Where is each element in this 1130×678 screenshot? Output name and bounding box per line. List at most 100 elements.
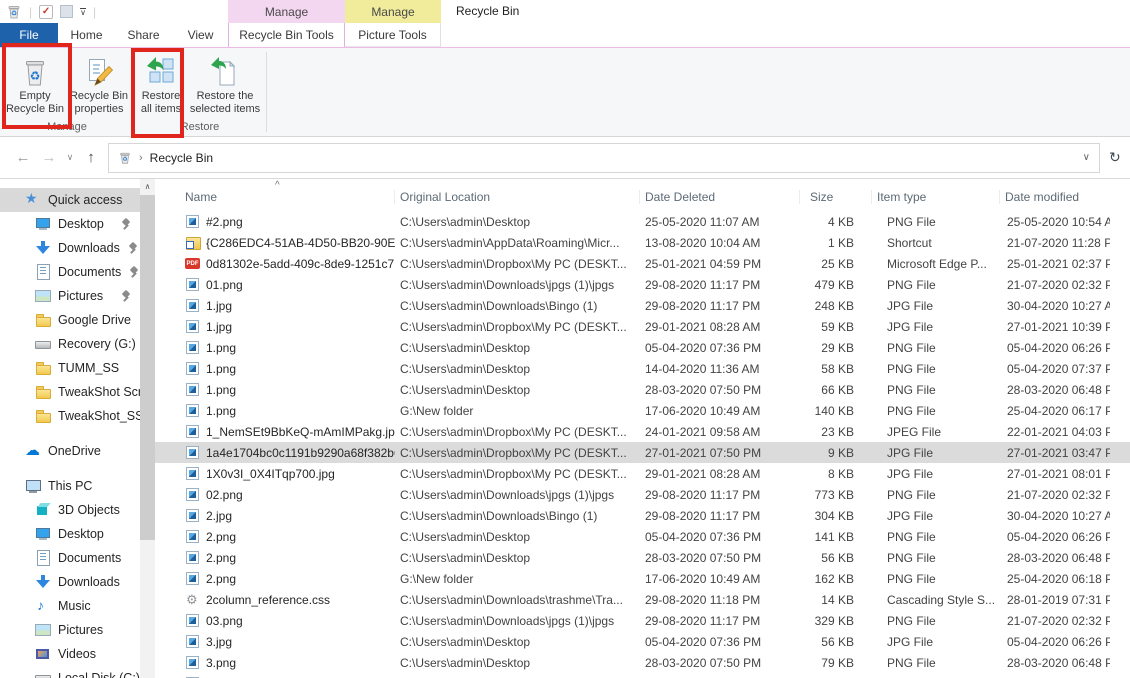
file-row[interactable]: 1_NemSEt9BbKeQ-mAmIMPakg.jp...C:\Users\a… bbox=[155, 421, 1130, 442]
sidebar-item-google-drive[interactable]: Google Drive bbox=[0, 308, 140, 332]
file-row[interactable]: 3.jpgC:\Users\admin\Desktop05-04-2020 07… bbox=[155, 631, 1130, 652]
contextual-header-picture-tools: Manage bbox=[345, 0, 441, 23]
tab-picture-tools[interactable]: Picture Tools bbox=[345, 23, 441, 47]
sidebar-item-downloads[interactable]: Downloads bbox=[0, 570, 140, 594]
file-row[interactable]: 1.pngC:\Users\admin\Desktop28-03-2020 07… bbox=[155, 379, 1130, 400]
file-row[interactable]: 1X0v3I_0X4ITqp700.jpgC:\Users\admin\Drop… bbox=[155, 463, 1130, 484]
restore-selected-items-button[interactable]: Restore the selected items bbox=[186, 52, 264, 116]
file-size-cell: 4 KB bbox=[800, 215, 872, 229]
column-header-date-deleted[interactable]: Date Deleted bbox=[640, 190, 800, 204]
empty-recycle-bin-button[interactable]: ♻ Empty Recycle Bin bbox=[3, 52, 67, 116]
sidebar-item-desktop[interactable]: Desktop bbox=[0, 522, 140, 546]
file-rows: #2.pngC:\Users\admin\Desktop25-05-2020 1… bbox=[155, 211, 1130, 678]
file-row[interactable]: 1.pngC:\Users\admin\Desktop14-04-2020 11… bbox=[155, 358, 1130, 379]
sidebar-item-tweakshot-scree[interactable]: TweakShot Scree bbox=[0, 380, 140, 404]
file-row[interactable]: 1.pngC:\Users\admin\Desktop05-04-2020 07… bbox=[155, 337, 1130, 358]
file-row[interactable]: 01.pngC:\Users\admin\Downloads\jpgs (1)\… bbox=[155, 274, 1130, 295]
breadcrumb[interactable]: Recycle Bin bbox=[150, 151, 213, 165]
file-row[interactable]: 2.pngC:\Users\admin\Desktop05-04-2020 07… bbox=[155, 526, 1130, 547]
file-modified-cell: 27-01-2021 03:47 PM bbox=[1000, 446, 1110, 460]
sidebar-item-desktop[interactable]: Desktop bbox=[0, 212, 140, 236]
sidebar-item-3d-objects[interactable]: 3D Objects bbox=[0, 498, 140, 522]
file-row[interactable]: 1.jpgC:\Users\admin\Downloads\Bingo (1)2… bbox=[155, 295, 1130, 316]
file-deleted-cell: 29-08-2020 11:17 PM bbox=[640, 509, 800, 523]
sidebar-item-videos[interactable]: Videos bbox=[0, 642, 140, 666]
column-header-original-location[interactable]: Original Location bbox=[395, 190, 640, 204]
sidebar-item-onedrive[interactable]: OneDrive bbox=[0, 439, 140, 463]
button-label: Empty bbox=[19, 90, 50, 103]
sidebar-item-tweakshot-ss[interactable]: TweakShot_SS bbox=[0, 404, 140, 428]
recycle-bin-properties-icon bbox=[83, 54, 115, 90]
file-loc-cell: C:\Users\admin\Downloads\trashme\Tra... bbox=[395, 593, 640, 607]
file-row[interactable]: 0d81302e-5add-409c-8de9-1251c7...C:\User… bbox=[155, 253, 1130, 274]
file-deleted-cell: 29-08-2020 11:17 PM bbox=[640, 614, 800, 628]
file-modified-cell: 21-07-2020 02:32 PM bbox=[1000, 488, 1110, 502]
file-row[interactable]: 03.pngC:\Users\admin\Downloads\jpgs (1)\… bbox=[155, 610, 1130, 631]
file-row[interactable]: 1.pngG:\New folder17-06-2020 10:49 AM140… bbox=[155, 400, 1130, 421]
sidebar-item-label: OneDrive bbox=[48, 444, 101, 458]
tab-share[interactable]: Share bbox=[115, 23, 172, 47]
file-name: 1.png bbox=[206, 341, 236, 355]
sidebar-item-recovery-g-[interactable]: Recovery (G:) bbox=[0, 332, 140, 356]
file-name: 02.png bbox=[206, 488, 243, 502]
sidebar-item-music[interactable]: Music bbox=[0, 594, 140, 618]
file-row[interactable]: 2.jpgC:\Users\admin\Downloads\Bingo (1)2… bbox=[155, 505, 1130, 526]
sidebar-scrollbar[interactable]: ∧ bbox=[140, 179, 155, 678]
qat-customize-dropdown-icon[interactable]: ∨ bbox=[80, 8, 86, 16]
image-file-icon bbox=[185, 319, 200, 334]
file-row[interactable] bbox=[155, 673, 1130, 678]
column-header-size[interactable]: Size bbox=[800, 190, 872, 204]
navigation-pane: Quick accessDesktopDownloadsDocumentsPic… bbox=[0, 179, 140, 678]
history-dropdown-icon[interactable]: ∨ bbox=[62, 152, 78, 163]
file-row[interactable]: 3.pngC:\Users\admin\Desktop28-03-2020 07… bbox=[155, 652, 1130, 673]
sidebar-item-downloads[interactable]: Downloads bbox=[0, 236, 140, 260]
scrollbar-up-arrow-icon[interactable]: ∧ bbox=[140, 179, 155, 194]
sidebar-item-documents[interactable]: Documents bbox=[0, 546, 140, 570]
sidebar-item-label: Downloads bbox=[58, 241, 120, 255]
file-name-cell: 1_NemSEt9BbKeQ-mAmIMPakg.jp... bbox=[155, 424, 395, 439]
file-row[interactable]: 1a4e1704bc0c1191b9290a68f382b6...C:\User… bbox=[155, 442, 1130, 463]
sidebar-item-pictures[interactable]: Pictures bbox=[0, 618, 140, 642]
scrollbar-thumb[interactable] bbox=[140, 195, 155, 540]
recycle-bin-properties-button[interactable]: Recycle Bin properties bbox=[67, 52, 131, 116]
tab-home[interactable]: Home bbox=[58, 23, 115, 47]
pictures-icon bbox=[35, 622, 51, 638]
restore-all-items-button[interactable]: Restore all items bbox=[136, 52, 186, 116]
file-modified-cell: 25-01-2021 02:37 PM bbox=[1000, 257, 1110, 271]
sidebar-item-pictures[interactable]: Pictures bbox=[0, 284, 140, 308]
address-dropdown-icon[interactable]: ∨ bbox=[1083, 152, 1090, 163]
qat-separator: | bbox=[29, 5, 32, 19]
file-row[interactable]: 2.pngG:\New folder17-06-2020 10:49 AM162… bbox=[155, 568, 1130, 589]
file-row[interactable]: 1.jpgC:\Users\admin\Dropbox\My PC (DESKT… bbox=[155, 316, 1130, 337]
file-row[interactable]: 2column_reference.cssC:\Users\admin\Down… bbox=[155, 589, 1130, 610]
file-modified-cell: 25-05-2020 10:54 AM bbox=[1000, 215, 1110, 229]
sidebar-item-local-disk-c-[interactable]: Local Disk (C:) bbox=[0, 666, 140, 678]
tab-recycle-bin-tools[interactable]: Recycle Bin Tools bbox=[228, 23, 345, 47]
sidebar-item-tumm-ss[interactable]: TUMM_SS bbox=[0, 356, 140, 380]
column-header-item-type[interactable]: Item type bbox=[872, 190, 1000, 204]
file-row[interactable]: 2.pngC:\Users\admin\Desktop28-03-2020 07… bbox=[155, 547, 1130, 568]
file-row[interactable]: #2.pngC:\Users\admin\Desktop25-05-2020 1… bbox=[155, 211, 1130, 232]
back-button[interactable]: ← bbox=[10, 149, 36, 166]
file-size-cell: 329 KB bbox=[800, 614, 872, 628]
sidebar-item-quick-access[interactable]: Quick access bbox=[0, 188, 140, 212]
pdf-file-icon bbox=[185, 256, 200, 271]
sidebar-item-this-pc[interactable]: This PC bbox=[0, 474, 140, 498]
refresh-icon[interactable]: ↻ bbox=[1109, 149, 1121, 166]
forward-button[interactable]: → bbox=[36, 149, 62, 166]
breadcrumb-chevron-icon[interactable]: › bbox=[139, 152, 143, 164]
tab-view[interactable]: View bbox=[172, 23, 229, 47]
column-header-name[interactable]: Name bbox=[155, 190, 395, 204]
restore-all-items-icon bbox=[145, 54, 177, 90]
sidebar-item-label: Pictures bbox=[58, 289, 103, 303]
file-row[interactable]: 02.pngC:\Users\admin\Downloads\jpgs (1)\… bbox=[155, 484, 1130, 505]
column-header-date-modified[interactable]: Date modified bbox=[1000, 190, 1110, 204]
sidebar-item-documents[interactable]: Documents bbox=[0, 260, 140, 284]
qat-square-icon[interactable] bbox=[60, 5, 73, 18]
up-button[interactable]: ↑ bbox=[78, 149, 104, 166]
address-input[interactable]: ♻ › Recycle Bin ∨ bbox=[108, 143, 1100, 173]
tab-file[interactable]: File bbox=[0, 23, 58, 47]
qat-checkbox-icon[interactable]: ✓ bbox=[39, 5, 53, 19]
file-name: 1X0v3I_0X4ITqp700.jpg bbox=[206, 467, 335, 481]
file-row[interactable]: {C286EDC4-51AB-4D50-BB20-90EF...C:\Users… bbox=[155, 232, 1130, 253]
